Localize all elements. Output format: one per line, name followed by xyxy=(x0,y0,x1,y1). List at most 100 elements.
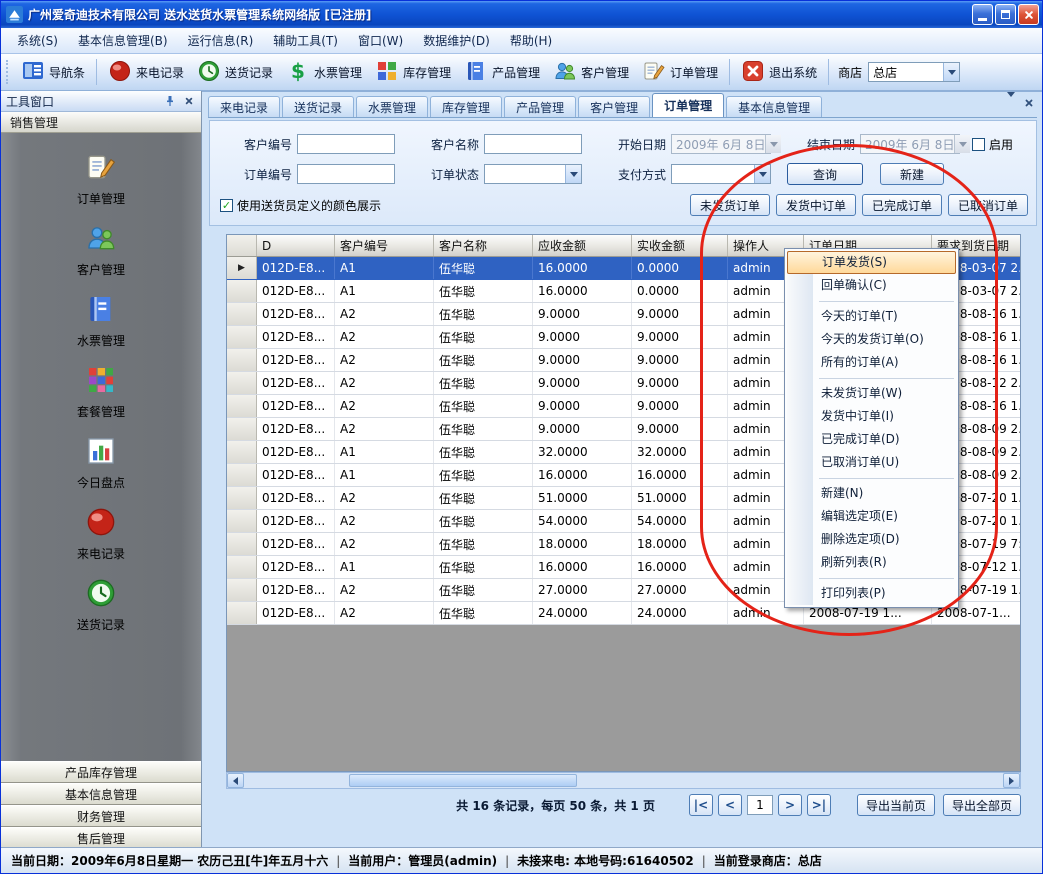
row-selector[interactable] xyxy=(227,487,257,509)
sidebar-section-sales[interactable]: 销售管理 xyxy=(1,112,201,133)
start-date-picker[interactable]: 2009年 6月 8日 xyxy=(671,134,771,154)
row-selector[interactable] xyxy=(227,349,257,371)
scrollbar-thumb[interactable] xyxy=(349,774,577,787)
row-selector[interactable] xyxy=(227,372,257,394)
menu-item[interactable]: 系统(S) xyxy=(7,28,68,53)
customer-no-input[interactable] xyxy=(297,134,395,154)
sidebar-item-customer[interactable]: 客户管理 xyxy=(77,222,125,278)
close-button[interactable] xyxy=(1018,4,1039,25)
row-selector[interactable] xyxy=(227,510,257,532)
last-page-button[interactable]: >| xyxy=(807,794,831,816)
status-filter-button[interactable]: 发货中订单 xyxy=(776,194,856,216)
context-menu-item[interactable]: 所有的订单(A) xyxy=(787,351,956,374)
row-selector[interactable] xyxy=(227,303,257,325)
chevron-down-icon[interactable] xyxy=(565,165,581,183)
column-header[interactable]: 客户编号 xyxy=(335,235,434,256)
sidebar-nav-button[interactable]: 基本信息管理 xyxy=(1,783,201,805)
context-menu-item[interactable]: 今天的订单(T) xyxy=(787,305,956,328)
store-select[interactable]: 总店 xyxy=(868,62,960,82)
query-button[interactable]: 查询 xyxy=(787,163,863,185)
tab[interactable]: 产品管理 xyxy=(504,96,576,117)
tab[interactable]: 客户管理 xyxy=(578,96,650,117)
row-selector[interactable] xyxy=(227,326,257,348)
toolbar-delivery-record-button[interactable]: 送货记录 xyxy=(191,56,279,89)
column-header[interactable]: 实收金额 xyxy=(632,235,728,256)
chevron-down-icon[interactable] xyxy=(754,165,770,183)
status-filter-button[interactable]: 已完成订单 xyxy=(862,194,942,216)
prev-page-button[interactable]: < xyxy=(718,794,742,816)
color-display-checkbox[interactable]: 使用送货员定义的颜色展示 xyxy=(220,197,381,214)
export-all-pages-button[interactable]: 导出全部页 xyxy=(943,794,1021,816)
status-filter-button[interactable]: 未发货订单 xyxy=(690,194,770,216)
context-menu-item[interactable]: 已取消订单(U) xyxy=(787,451,956,474)
context-menu-item[interactable]: 新建(N) xyxy=(787,482,956,505)
sidebar-item-order[interactable]: 订单管理 xyxy=(77,151,125,207)
toolbar-water-ticket-button[interactable]: $ 水票管理 xyxy=(280,56,368,89)
context-menu-item[interactable]: 打印列表(P) xyxy=(787,582,956,605)
context-menu-item[interactable]: 发货中订单(I) xyxy=(787,405,956,428)
sidebar-nav-button[interactable]: 售后管理 xyxy=(1,827,201,849)
context-menu-item[interactable]: 未发货订单(W) xyxy=(787,382,956,405)
tool-window-close-icon[interactable] xyxy=(181,94,196,109)
context-menu-item[interactable]: 删除选定项(D) xyxy=(787,528,956,551)
sidebar-item-delivery[interactable]: 送货记录 xyxy=(77,577,125,633)
menu-item[interactable]: 帮助(H) xyxy=(500,28,562,53)
scroll-left-button[interactable] xyxy=(227,773,244,788)
tab[interactable]: 水票管理 xyxy=(356,96,428,117)
menu-item[interactable]: 窗口(W) xyxy=(348,28,413,53)
row-selector[interactable] xyxy=(227,464,257,486)
row-selector[interactable] xyxy=(227,579,257,601)
tab[interactable]: 库存管理 xyxy=(430,96,502,117)
context-menu-item[interactable]: 回单确认(C) xyxy=(787,274,956,297)
new-button[interactable]: 新建 xyxy=(880,163,944,185)
toolbar-inventory-button[interactable]: 库存管理 xyxy=(369,56,457,89)
order-status-select[interactable] xyxy=(484,164,582,184)
row-selector[interactable] xyxy=(227,395,257,417)
row-selector[interactable] xyxy=(227,280,257,302)
menu-item[interactable]: 运行信息(R) xyxy=(178,28,264,53)
toolbar-navbar-button[interactable]: 导航条 xyxy=(15,56,91,89)
chevron-down-icon[interactable] xyxy=(765,135,781,153)
context-menu-item[interactable]: 已完成订单(D) xyxy=(787,428,956,451)
tab[interactable]: 订单管理 xyxy=(652,93,724,117)
context-menu-item[interactable]: 刷新列表(R) xyxy=(787,551,956,574)
toolbar-incoming-call-button[interactable]: 来电记录 xyxy=(102,56,190,89)
scroll-right-button[interactable] xyxy=(1003,773,1020,788)
toolbar-product-button[interactable]: 产品管理 xyxy=(458,56,546,89)
row-selector[interactable] xyxy=(227,602,257,624)
context-menu-item[interactable] xyxy=(787,374,956,382)
customer-name-input[interactable] xyxy=(484,134,582,154)
sidebar-nav-button[interactable]: 财务管理 xyxy=(1,805,201,827)
tab[interactable]: 基本信息管理 xyxy=(726,96,822,117)
menu-item[interactable]: 基本信息管理(B) xyxy=(68,28,178,53)
column-header[interactable]: 应收金额 xyxy=(533,235,632,256)
order-no-input[interactable] xyxy=(297,164,395,184)
toolbar-exit-button[interactable]: 退出系统 xyxy=(735,56,823,89)
first-page-button[interactable]: |< xyxy=(689,794,713,816)
tab-close-icon[interactable] xyxy=(1024,97,1034,111)
row-selector[interactable] xyxy=(227,441,257,463)
row-selector[interactable] xyxy=(227,257,257,279)
context-menu-item[interactable]: 今天的发货订单(O) xyxy=(787,328,956,351)
chevron-down-icon[interactable] xyxy=(943,63,959,81)
tab[interactable]: 来电记录 xyxy=(208,96,280,117)
sidebar-item-bundle[interactable]: 套餐管理 xyxy=(77,364,125,420)
context-menu-item[interactable] xyxy=(787,574,956,582)
pay-method-select[interactable] xyxy=(671,164,771,184)
column-header[interactable]: 客户名称 xyxy=(434,235,533,256)
context-menu-item[interactable]: 订单发货(S) xyxy=(787,251,956,274)
row-selector[interactable] xyxy=(227,418,257,440)
tab[interactable]: 送货记录 xyxy=(282,96,354,117)
context-menu-item[interactable]: 编辑选定项(E) xyxy=(787,505,956,528)
chevron-down-icon[interactable] xyxy=(954,135,970,153)
column-header[interactable]: D xyxy=(257,235,335,256)
row-selector[interactable] xyxy=(227,533,257,555)
menu-item[interactable]: 辅助工具(T) xyxy=(263,28,348,53)
horizontal-scrollbar[interactable] xyxy=(226,772,1021,789)
sidebar-item-incoming-call[interactable]: 来电记录 xyxy=(77,506,125,562)
minimize-button[interactable] xyxy=(972,4,993,25)
toolbar-order-button[interactable]: 订单管理 xyxy=(636,56,724,89)
context-menu-item[interactable] xyxy=(787,297,956,305)
sidebar-nav-button[interactable]: 产品库存管理 xyxy=(1,761,201,783)
row-selector[interactable] xyxy=(227,556,257,578)
